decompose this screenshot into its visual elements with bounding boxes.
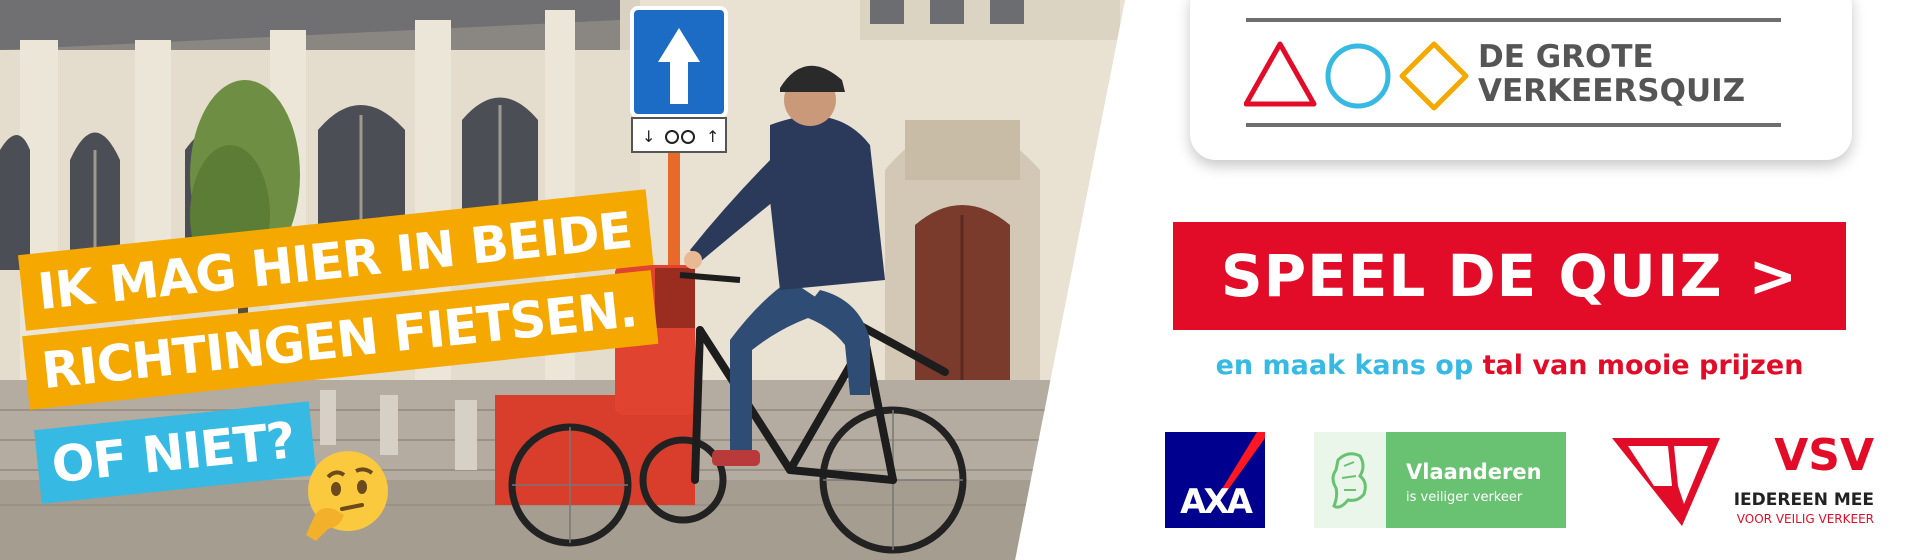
chevron-right-icon: > bbox=[1748, 242, 1799, 310]
vlaanderen-title: Vlaanderen bbox=[1406, 460, 1542, 484]
logo-rule-bottom bbox=[1246, 123, 1781, 127]
logo-title-line-2: VERKEERSQUIZ bbox=[1478, 73, 1746, 109]
tagline: en maak kans op tal van mooie prijzen bbox=[1173, 350, 1846, 381]
vsv-logo: VSV IEDEREEN MEE VOOR VEILIG VERKEER bbox=[1612, 432, 1874, 532]
play-quiz-label: SPEEL DE QUIZ bbox=[1220, 242, 1723, 310]
play-quiz-button[interactable]: SPEEL DE QUIZ > bbox=[1173, 222, 1846, 330]
tagline-part-2: tal van mooie prijzen bbox=[1482, 350, 1804, 381]
flemish-lion-icon bbox=[1331, 452, 1367, 509]
vsv-title: VSV bbox=[1774, 430, 1874, 481]
tagline-part-1: en maak kans op bbox=[1215, 350, 1474, 381]
vlaanderen-subtitle: is veiliger verkeer bbox=[1406, 490, 1523, 505]
vsv-emblem-icon bbox=[1612, 438, 1720, 526]
thinking-face-icon bbox=[306, 451, 388, 541]
vlaanderen-lion-panel bbox=[1314, 432, 1386, 528]
axa-logo: AXA bbox=[1165, 432, 1265, 528]
vsv-tagline-2: VOOR VEILIG VERKEER bbox=[1736, 512, 1874, 526]
logo-rule-top bbox=[1246, 18, 1781, 22]
svg-text:↑: ↑ bbox=[706, 127, 719, 146]
vsv-tagline-1: IEDEREEN MEE bbox=[1733, 490, 1874, 510]
axa-wordmark: AXA bbox=[1180, 482, 1253, 522]
logo-title-line-1: DE GROTE bbox=[1478, 39, 1654, 75]
quiz-shapes-icon bbox=[1244, 41, 1469, 111]
svg-text:↓: ↓ bbox=[642, 127, 655, 146]
vlaanderen-logo: Vlaanderen is veiliger verkeer bbox=[1314, 432, 1566, 528]
quiz-logo-card: DE GROTE VERKEERSQUIZ bbox=[1190, 0, 1852, 160]
